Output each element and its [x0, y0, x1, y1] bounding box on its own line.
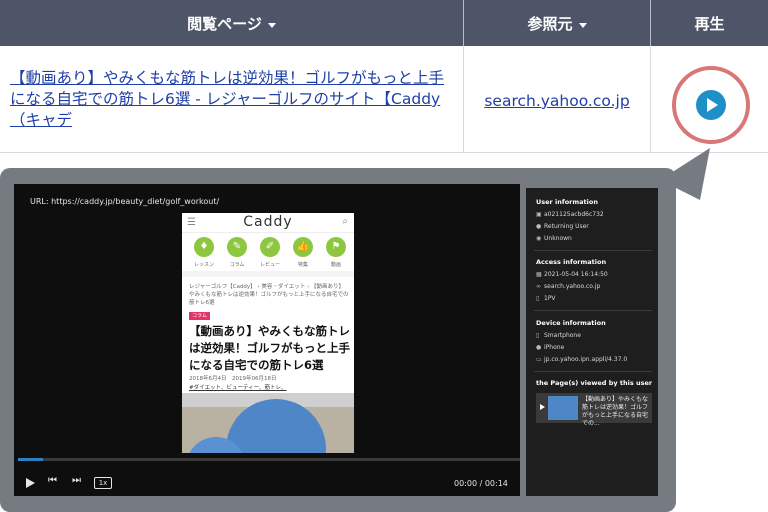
apple-icon: ● — [536, 344, 542, 351]
nav-label: レッスン — [193, 262, 214, 268]
article-photo — [182, 393, 354, 453]
phone-icon: ▯ — [536, 332, 540, 339]
user-info-heading: User information — [536, 198, 598, 206]
access-info-heading: Access information — [536, 258, 607, 266]
access-time-row: ▦ 2021-05-04 16:14:50 — [536, 271, 608, 278]
user-id: a021125acbd6c732 — [544, 211, 604, 218]
feature-icon: 👍 — [293, 237, 313, 257]
column-header-page[interactable]: 閲覧ページ — [0, 0, 463, 46]
nav-label: レビュー — [259, 262, 280, 268]
header-divider — [650, 0, 651, 46]
article-date: 2018年6月4日 2019年06月18日 — [189, 376, 277, 382]
user-id-row: ▣ a021125acbd6c732 — [536, 211, 604, 218]
play-icon[interactable] — [696, 90, 726, 120]
breadcrumb: レジャーゴルフ【Caddy】 › 美容・ダイエット › 【動画あり】やみくもな筋… — [189, 284, 349, 306]
viewed-pages-heading: the Page(s) viewed by this user — [536, 379, 653, 387]
browser-icon: ▭ — [536, 356, 542, 363]
divider — [182, 271, 354, 277]
nav-label: 特集 — [297, 262, 308, 268]
article-title: 【動画あり】やみくもな筋トレは逆効果！ゴルフがもっと上手になる自宅での筋トレ6選 — [189, 324, 350, 372]
skip-back-icon[interactable]: ⏮ — [48, 475, 57, 486]
link-icon: ∞ — [536, 283, 541, 290]
device-info-heading: Device information — [536, 319, 606, 327]
user-type: Returning User — [544, 223, 589, 230]
device-model: iPhone — [544, 344, 565, 351]
viewed-page-link[interactable]: 【動画あり】やみくもな筋トレは逆効果！ゴルフがもっと上手になる自宅での筋トレ6選… — [10, 68, 450, 131]
column-icon: ✎ — [227, 237, 247, 257]
column-header-page-label: 閲覧ページ — [187, 14, 262, 33]
speed-button[interactable]: 1x — [94, 477, 112, 489]
calendar-icon: ▦ — [536, 271, 542, 278]
device-type-row: ▯ Smartphone — [536, 332, 581, 339]
id-card-icon: ▣ — [536, 211, 542, 218]
nav-label: コラム — [229, 262, 245, 268]
progress-fill — [18, 458, 43, 461]
column-header-play: 再生 — [651, 0, 768, 46]
device-model-row: ● iPhone — [536, 344, 564, 351]
viewed-page-thumbnail — [548, 396, 578, 420]
viewed-page-title: 【動画あり】やみくもな筋トレは逆効果！ゴルフがもっと上手になる自宅での... — [582, 396, 649, 427]
nav-label: 動画 — [330, 262, 341, 268]
header-divider — [463, 0, 464, 46]
access-ref-row: ∞ search.yahoo.co.jp — [536, 283, 600, 290]
page-icon: ▯ — [536, 295, 540, 302]
user-type-row: ● Returning User — [536, 223, 589, 230]
skip-forward-icon[interactable]: ⏭ — [72, 475, 81, 486]
sort-caret-icon[interactable] — [578, 22, 587, 28]
access-pv: 1PV — [544, 295, 556, 302]
site-logo: Caddy — [243, 214, 293, 230]
user-icon: ● — [536, 223, 542, 230]
access-ref: search.yahoo.co.jp — [544, 283, 601, 290]
device-app-row: ▭ jp.co.yahoo.ipn.appli/4.37.0 — [536, 356, 627, 363]
panel-divider — [534, 250, 652, 251]
user-location-row: ◉ Unknown — [536, 235, 572, 242]
video-icon: ⚑ — [326, 237, 346, 257]
sort-caret-icon[interactable] — [267, 22, 276, 28]
search-icon: ⌕ — [342, 216, 348, 227]
column-header-referrer[interactable]: 参照元 — [464, 0, 650, 46]
play-icon[interactable] — [26, 478, 35, 488]
panel-divider — [534, 310, 652, 311]
category-tag: コラム — [189, 312, 210, 320]
replay-url: URL: https://caddy.jp/beauty_diet/golf_w… — [30, 197, 220, 206]
device-app: jp.co.yahoo.ipn.appli/4.37.0 — [544, 356, 628, 363]
play-icon[interactable] — [540, 404, 545, 410]
access-time: 2021-05-04 16:14:50 — [544, 271, 608, 278]
article-categories: #ダイエット、ビューティー、筋トレ、 — [189, 385, 287, 391]
review-icon: ✐ — [260, 237, 280, 257]
globe-icon: ◉ — [536, 235, 542, 242]
column-divider — [650, 46, 651, 152]
time-display: 00:00 / 00:14 — [454, 479, 508, 488]
column-header-referrer-label: 参照元 — [527, 14, 573, 33]
referrer-link[interactable]: search.yahoo.co.jp — [464, 92, 650, 110]
column-header-play-label: 再生 — [694, 14, 725, 33]
access-pv-row: ▯ 1PV — [536, 295, 556, 302]
lesson-icon: ♦ — [194, 237, 214, 257]
panel-divider — [534, 371, 652, 372]
page-preview: ☰ Caddy ⌕ ♦ ✎ ✐ 👍 ⚑ レッスン コラム レビュー 特集 動画 … — [182, 213, 354, 453]
user-location: Unknown — [544, 235, 572, 242]
progress-track[interactable] — [18, 458, 520, 461]
device-type: Smartphone — [544, 332, 581, 339]
